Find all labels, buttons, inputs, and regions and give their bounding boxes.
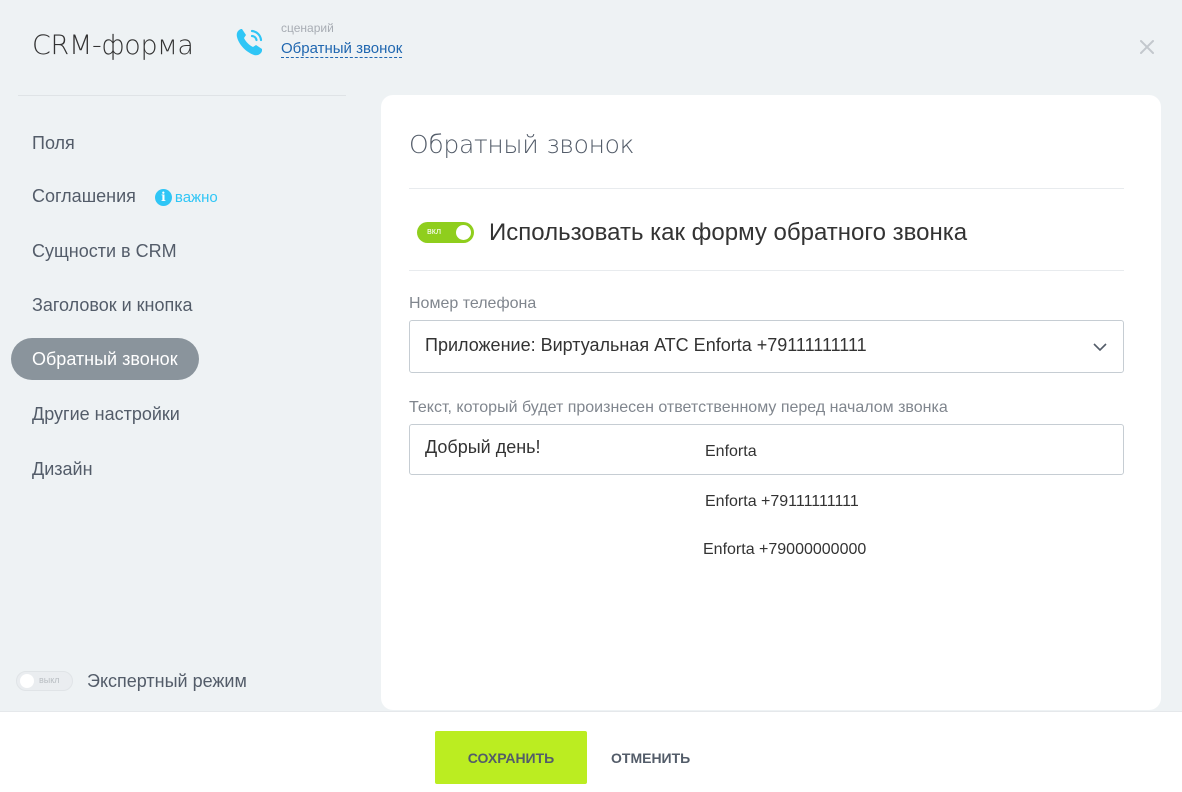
dropdown-option[interactable]: Enforta +79111111111: [705, 493, 859, 511]
section-title: Обратный звонок: [409, 130, 635, 159]
speech-text-input[interactable]: Добрый день!: [409, 424, 1124, 475]
important-badge[interactable]: i важно: [154, 177, 218, 219]
divider: [409, 188, 1124, 189]
dropdown-option[interactable]: Enforta: [705, 443, 757, 461]
important-badge-label: важно: [174, 188, 218, 206]
footer: СОХРАНИТЬ ОТМЕНИТЬ: [0, 711, 1182, 792]
expert-mode: выкл Экспертный режим: [16, 667, 247, 695]
sidebar-item-callback[interactable]: Обратный звонок: [11, 338, 199, 380]
sidebar-item-label: Поля: [32, 133, 75, 153]
speech-text-value: Добрый день!: [425, 437, 541, 457]
divider: [409, 270, 1124, 271]
speech-text-label: Текст, который будет произнесен ответств…: [409, 399, 948, 416]
phone-number-label: Номер телефона: [409, 295, 537, 312]
use-as-callback-label: Использовать как форму обратного звонка: [489, 219, 968, 246]
header-divider: [18, 95, 346, 96]
toggle-state-label: выкл: [39, 675, 60, 685]
info-icon: i: [154, 189, 172, 206]
phone-icon: [236, 29, 263, 56]
sidebar-item-label: Заголовок и кнопка: [32, 295, 193, 315]
toggle-knob: [456, 225, 471, 240]
sidebar-item-label: Соглашения: [32, 186, 136, 206]
sidebar-item-label: Сущности в CRM: [32, 241, 177, 261]
sidebar-item-crm-entities[interactable]: Сущности в CRM: [11, 230, 198, 272]
callback-toggle[interactable]: вкл: [417, 222, 474, 243]
sidebar-item-design[interactable]: Дизайн: [11, 448, 114, 490]
scenario-caption: сценарий: [281, 21, 334, 35]
close-icon[interactable]: [1138, 38, 1156, 56]
sidebar-item-label: Обратный звонок: [32, 349, 178, 369]
chevron-down-icon: [1093, 343, 1107, 352]
header: CRM-форма сценарий Обратный звонок: [0, 0, 1182, 95]
sidebar-item-header-button[interactable]: Заголовок и кнопка: [11, 284, 214, 326]
dropdown-option[interactable]: Enforta +79000000000: [703, 541, 866, 559]
sidebar-item-label: Дизайн: [32, 459, 93, 479]
phone-number-select[interactable]: Приложение: Виртуальная АТС Enforta +791…: [409, 320, 1124, 373]
scenario-link[interactable]: Обратный звонок: [281, 40, 403, 58]
toggle-knob: [20, 674, 34, 688]
app-title: CRM-форма: [32, 30, 194, 61]
expert-mode-label: Экспертный режим: [87, 670, 247, 691]
phone-number-value: Приложение: Виртуальная АТС Enforta +791…: [425, 335, 867, 355]
sidebar-item-fields[interactable]: Поля: [11, 122, 96, 164]
sidebar-item-label: Другие настройки: [32, 404, 180, 424]
toggle-state-label: вкл: [427, 226, 442, 236]
sidebar-item-other-settings[interactable]: Другие настройки: [11, 393, 201, 435]
cancel-button[interactable]: ОТМЕНИТЬ: [611, 731, 690, 784]
save-button[interactable]: СОХРАНИТЬ: [435, 731, 587, 784]
expert-mode-toggle[interactable]: выкл: [16, 671, 73, 691]
sidebar-item-agreements[interactable]: Соглашения i важно: [11, 175, 239, 217]
settings-card: Обратный звонок вкл Использовать как фор…: [381, 95, 1161, 710]
